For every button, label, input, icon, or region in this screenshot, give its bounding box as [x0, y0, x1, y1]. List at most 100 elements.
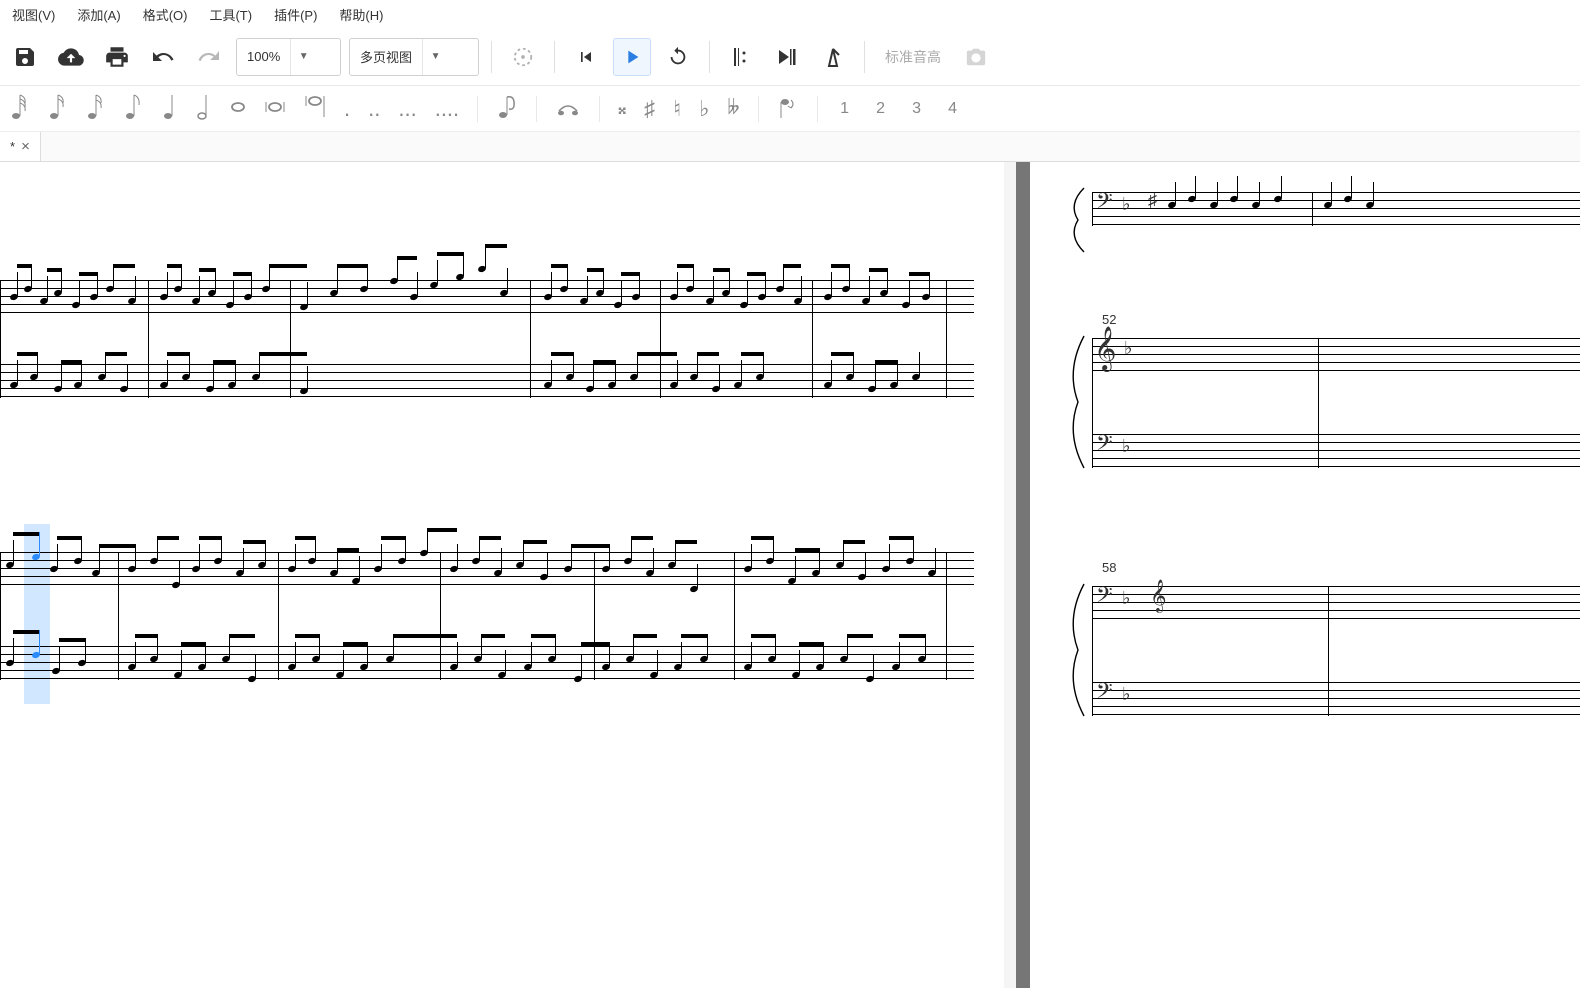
note-stem: [609, 642, 610, 666]
note-stem: [501, 548, 502, 572]
voice-3-button[interactable]: 3: [908, 100, 926, 118]
repeat-start-icon[interactable]: [722, 38, 760, 76]
sharp-icon[interactable]: ♯: [644, 96, 655, 122]
score-page-right[interactable]: 𝄢 ♭ ♯ 52 𝄞 ♭ 𝄢 ♭ 58: [1030, 162, 1580, 988]
menu-help[interactable]: 帮助(H): [339, 5, 383, 24]
beam: [481, 634, 505, 638]
score-viewport[interactable]: [[10,14],[24,6],[40,18],[54,10],[72,22],…: [0, 162, 1580, 988]
note-stem: [925, 634, 926, 658]
cloud-upload-icon[interactable]: [52, 38, 90, 76]
note-half-icon[interactable]: [196, 93, 212, 124]
beam: [337, 548, 359, 552]
dot-icon[interactable]: .: [344, 96, 350, 122]
note-32nd-icon[interactable]: [48, 93, 68, 124]
staff-bass[interactable]: [0, 646, 974, 680]
dot2-icon[interactable]: ..: [368, 96, 380, 122]
beam: [61, 360, 81, 364]
zoom-dropdown[interactable]: 100% ▼: [236, 38, 341, 76]
note-stem: [507, 268, 508, 292]
note-stem: [819, 548, 820, 572]
separator: [477, 96, 478, 122]
note-stem: [457, 544, 458, 568]
menu-view[interactable]: 视图(V): [12, 5, 55, 24]
double-sharp-icon[interactable]: 𝄪: [618, 98, 626, 119]
note-whole-icon[interactable]: [230, 101, 246, 116]
rest-icon[interactable]: [496, 94, 518, 123]
beam: [843, 540, 865, 544]
voice-1-button[interactable]: 1: [836, 100, 854, 118]
dot3-icon[interactable]: ...: [398, 96, 416, 122]
note-64th-icon[interactable]: [10, 93, 30, 124]
beam: [633, 634, 657, 638]
menu-tools[interactable]: 工具(T): [209, 5, 252, 24]
note-stem: [167, 360, 168, 384]
beam: [13, 532, 39, 536]
score-page-left[interactable]: [[10,14],[24,6],[40,18],[54,10],[72,22],…: [0, 162, 1004, 988]
redo-icon[interactable]: [190, 38, 228, 76]
play-button[interactable]: [613, 38, 651, 76]
save-icon[interactable]: [6, 38, 44, 76]
repeat-end-icon[interactable]: [768, 38, 806, 76]
tie-icon[interactable]: [555, 96, 581, 121]
note-breve-icon[interactable]: [264, 101, 286, 116]
beam: [697, 352, 719, 356]
note-16th-icon[interactable]: [86, 93, 106, 124]
note-stem: [215, 268, 216, 292]
beam: [13, 630, 39, 634]
score-tab[interactable]: * ×: [0, 132, 41, 161]
note-stem: [593, 364, 594, 388]
treble-clef-icon: 𝄞: [1094, 328, 1116, 371]
undo-icon[interactable]: [144, 38, 182, 76]
note-stem: [775, 634, 776, 658]
note-stem: [729, 268, 730, 292]
note-stem: [307, 366, 308, 390]
note-8th-icon[interactable]: [124, 93, 144, 124]
flat-icon[interactable]: ♭: [699, 96, 709, 122]
staff-treble[interactable]: [0, 552, 974, 586]
note-stem: [61, 268, 62, 292]
beam: [437, 252, 463, 256]
bass-clef-icon: 𝄢: [1096, 678, 1113, 710]
note-longa-icon[interactable]: [304, 95, 326, 122]
staff-bass[interactable]: 𝄢 ♭: [1092, 682, 1580, 716]
rewind-icon[interactable]: [567, 38, 605, 76]
natural-icon[interactable]: ♮: [673, 96, 681, 122]
menu-add[interactable]: 添加(A): [77, 5, 120, 24]
view-mode-dropdown[interactable]: 多页视图 ▼: [349, 38, 479, 76]
note-stem: [615, 360, 616, 384]
separator: [817, 96, 818, 122]
note-stem: [1259, 182, 1260, 204]
note-stem: [189, 352, 190, 376]
beam: [713, 268, 729, 272]
menu-format[interactable]: 格式(O): [143, 5, 188, 24]
voice-4-button[interactable]: 4: [944, 100, 962, 118]
beam: [199, 268, 215, 272]
menu-plugins[interactable]: 插件(P): [274, 5, 317, 24]
metronome-tool-icon[interactable]: [814, 38, 852, 76]
staff-treble[interactable]: 𝄞 ♭: [1092, 338, 1580, 372]
note-stem: [205, 642, 206, 666]
print-icon[interactable]: [98, 38, 136, 76]
flip-stem-icon[interactable]: [777, 94, 799, 123]
beam: [551, 264, 567, 268]
beam: [157, 536, 179, 540]
dot4-icon[interactable]: ....: [435, 96, 459, 122]
separator: [599, 96, 600, 122]
loop-icon[interactable]: [659, 38, 697, 76]
staff-bass[interactable]: 𝄢 ♭: [1092, 434, 1580, 468]
note-stem: [573, 352, 574, 376]
close-icon[interactable]: ×: [21, 138, 30, 155]
beam: [581, 642, 609, 646]
metronome-icon[interactable]: [504, 38, 542, 76]
note-quarter-icon[interactable]: [162, 93, 178, 124]
double-flat-icon[interactable]: 𝄫: [728, 97, 740, 120]
note-stem: [795, 556, 796, 580]
note-stem: [897, 360, 898, 384]
voice-2-button[interactable]: 2: [872, 100, 890, 118]
concert-pitch-button[interactable]: 标准音高: [877, 47, 949, 67]
camera-icon[interactable]: [957, 38, 995, 76]
staff-bass[interactable]: 𝄢 ♭ ♯: [1092, 192, 1580, 226]
beam: [397, 256, 417, 260]
flat-icon: ♭: [1122, 194, 1131, 215]
staff-treble[interactable]: 𝄢 ♭ 𝄞: [1092, 586, 1580, 620]
